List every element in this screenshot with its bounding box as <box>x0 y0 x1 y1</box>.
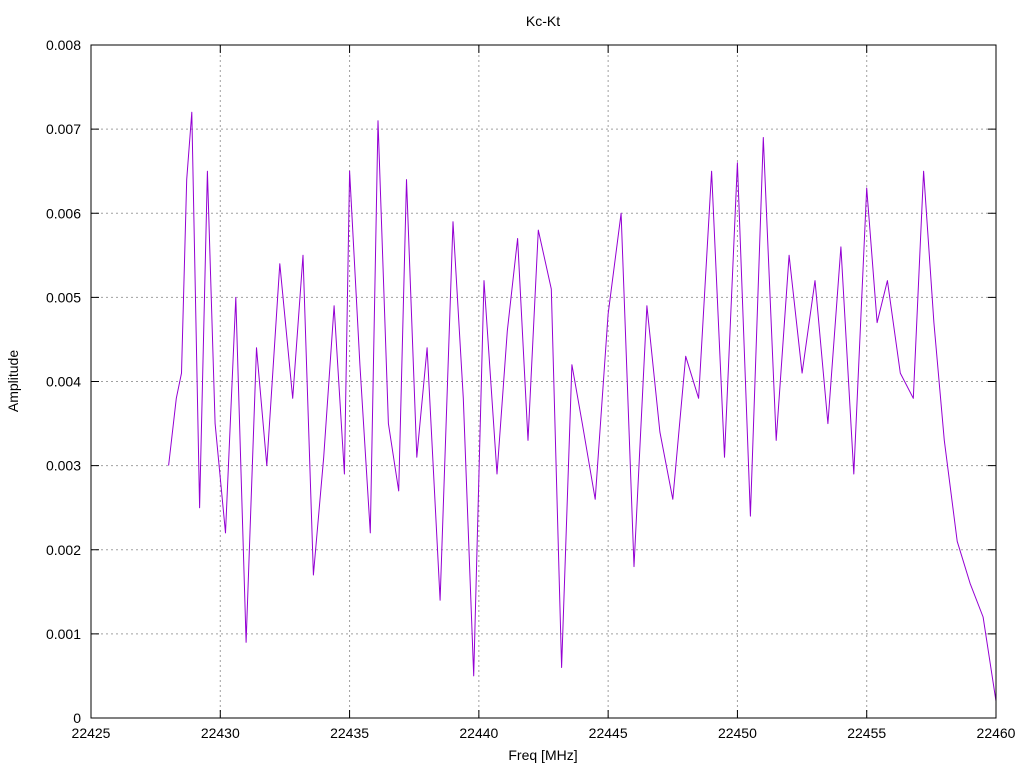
x-tick-label: 22455 <box>847 725 886 741</box>
y-tick-label: 0.008 <box>46 37 81 53</box>
y-tick-label: 0.007 <box>46 121 81 137</box>
x-tick-label: 22460 <box>977 725 1016 741</box>
y-tick-label: 0.001 <box>46 626 81 642</box>
y-tick-label: 0.002 <box>46 542 81 558</box>
x-tick-label: 22430 <box>201 725 240 741</box>
chart-title: Kc-Kt <box>526 13 560 29</box>
y-tick-label: 0 <box>73 710 81 726</box>
chart-background <box>0 0 1024 768</box>
x-tick-label: 22435 <box>330 725 369 741</box>
x-tick-label: 22440 <box>459 725 498 741</box>
x-axis-label: Freq [MHz] <box>508 747 577 763</box>
x-tick-label: 22450 <box>718 725 757 741</box>
y-axis-label: Amplitude <box>5 350 21 412</box>
chart: 22425 22430 22435 22440 22445 22450 22455 22460… <box>0 0 1024 768</box>
y-tick-label: 0.004 <box>46 374 81 390</box>
y-tick-label: 0.003 <box>46 458 81 474</box>
y-tick-label: 0.006 <box>46 205 81 221</box>
x-tick-label: 22445 <box>589 725 628 741</box>
x-tick-label: 22425 <box>72 725 111 741</box>
y-tick-label: 0.005 <box>46 289 81 305</box>
